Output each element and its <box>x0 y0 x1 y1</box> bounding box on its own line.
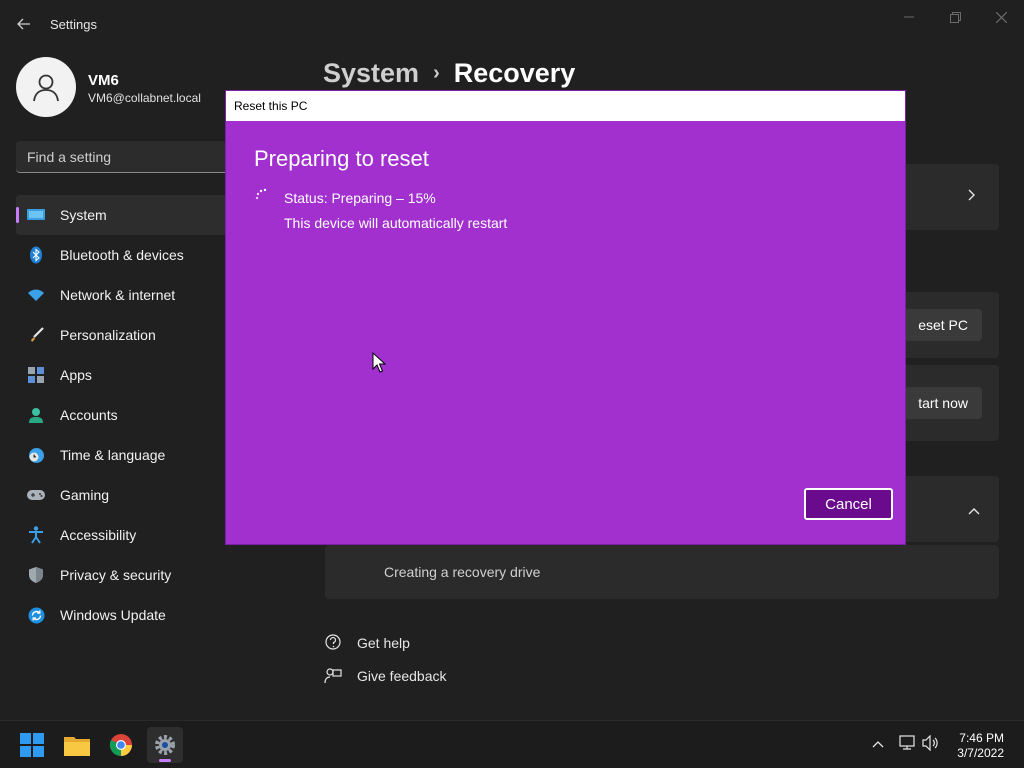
restore-icon <box>949 11 961 23</box>
chrome-icon <box>109 734 132 756</box>
sidebar-item-label: Accounts <box>60 407 118 423</box>
sidebar-item-label: Network & internet <box>60 287 176 303</box>
sidebar-item-label: Windows Update <box>60 607 166 623</box>
arrow-left-icon <box>17 18 30 30</box>
get-help-label: Get help <box>357 635 410 651</box>
restart-note: This device will automatically restart <box>284 215 508 231</box>
sidebar-item-apps[interactable]: Apps <box>16 355 230 395</box>
user-name: VM6 <box>88 72 119 89</box>
close-icon <box>995 11 1007 23</box>
sidebar-item-bluetooth[interactable]: Bluetooth & devices <box>16 235 230 275</box>
sidebar-item-accessibility[interactable]: Accessibility <box>16 515 230 555</box>
sidebar-item-label: Personalization <box>60 327 156 343</box>
sidebar-item-label: Apps <box>60 367 92 383</box>
chevron-up-icon <box>968 502 980 518</box>
page-title: Recovery <box>453 58 576 88</box>
reset-pc-dialog: Reset this PC Preparing to reset Status:… <box>225 90 906 545</box>
sidebar-item-label: System <box>60 207 107 223</box>
give-feedback-link[interactable]: Give feedback <box>323 667 447 685</box>
back-button[interactable] <box>10 12 38 36</box>
sidebar-item-personalization[interactable]: Personalization <box>16 315 230 355</box>
sidebar-item-windows-update[interactable]: Windows Update <box>16 595 230 635</box>
sidebar-item-gaming[interactable]: Gaming <box>16 475 230 515</box>
search-input[interactable]: Find a setting <box>16 141 230 173</box>
settings-icon <box>155 735 175 755</box>
minimize-button[interactable] <box>886 6 932 28</box>
chevron-up-icon[interactable] <box>872 735 884 751</box>
clock-time: 7:46 PM <box>959 731 1004 745</box>
minimize-icon <box>904 16 914 18</box>
sidebar-item-system[interactable]: System <box>16 195 230 235</box>
shield-icon <box>26 565 46 585</box>
maximize-button[interactable] <box>932 6 978 28</box>
person-icon <box>26 405 46 425</box>
sidebar-item-label: Time & language <box>60 447 166 463</box>
update-icon <box>26 605 46 625</box>
app-title: Settings <box>50 17 97 32</box>
breadcrumb: System › Recovery <box>323 58 575 89</box>
sidebar-item-label: Gaming <box>60 487 110 503</box>
dialog-title: Reset this PC <box>226 91 905 121</box>
breadcrumb-parent[interactable]: System <box>323 58 419 89</box>
gamepad-icon <box>26 485 46 505</box>
clock-date: 3/7/2022 <box>957 746 1004 760</box>
sidebar-nav: System Bluetooth & devices Network & int… <box>16 195 230 635</box>
clock[interactable]: 7:46 PM 3/7/2022 <box>957 731 1004 761</box>
monitor-icon <box>26 205 46 225</box>
status-text: Status: Preparing – 15% <box>284 190 436 206</box>
accessibility-icon <box>26 525 46 545</box>
sidebar-item-time-language[interactable]: Time & language <box>16 435 230 475</box>
sidebar-item-label: Privacy & security <box>60 567 172 583</box>
chevron-right-icon <box>968 188 976 204</box>
person-icon <box>33 74 59 102</box>
get-help-link[interactable]: Get help <box>323 634 410 652</box>
recovery-drive-row[interactable]: Creating a recovery drive <box>325 545 999 599</box>
recovery-drive-link[interactable]: Creating a recovery drive <box>384 564 540 580</box>
avatar[interactable] <box>16 57 76 117</box>
close-button[interactable] <box>978 6 1024 28</box>
sidebar-item-label: Bluetooth & devices <box>60 247 184 263</box>
loading-spinner-icon <box>255 188 267 200</box>
clock-globe-icon <box>26 445 46 465</box>
give-feedback-label: Give feedback <box>357 668 447 684</box>
taskbar: 7:46 PM 3/7/2022 <box>0 720 1024 768</box>
feedback-icon <box>323 667 343 685</box>
file-explorer-icon <box>64 737 90 756</box>
network-icon[interactable] <box>898 735 916 754</box>
wifi-icon <box>26 285 46 305</box>
apps-icon <box>26 365 46 385</box>
brush-icon <box>26 325 46 345</box>
dialog-heading: Preparing to reset <box>254 146 429 171</box>
sidebar-item-label: Accessibility <box>60 527 137 543</box>
help-icon <box>323 634 343 652</box>
recovery-option-card[interactable] <box>890 164 999 230</box>
related-support-card[interactable] <box>890 476 999 542</box>
chrome-button[interactable] <box>103 727 139 763</box>
volume-icon[interactable] <box>922 734 940 754</box>
sidebar-item-privacy[interactable]: Privacy & security <box>16 555 230 595</box>
start-button[interactable] <box>14 727 50 763</box>
bluetooth-icon <box>26 245 46 265</box>
title-bar: Settings <box>0 0 1024 48</box>
breadcrumb-separator: › <box>433 62 440 84</box>
windows-start-icon <box>20 733 44 757</box>
mouse-cursor-icon <box>372 352 386 373</box>
settings-button[interactable] <box>147 727 183 763</box>
user-email: VM6@collabnet.local <box>88 91 201 105</box>
file-explorer-button[interactable] <box>59 727 95 763</box>
cancel-button[interactable]: Cancel <box>804 488 893 520</box>
sidebar-item-accounts[interactable]: Accounts <box>16 395 230 435</box>
sidebar-item-network[interactable]: Network & internet <box>16 275 230 315</box>
